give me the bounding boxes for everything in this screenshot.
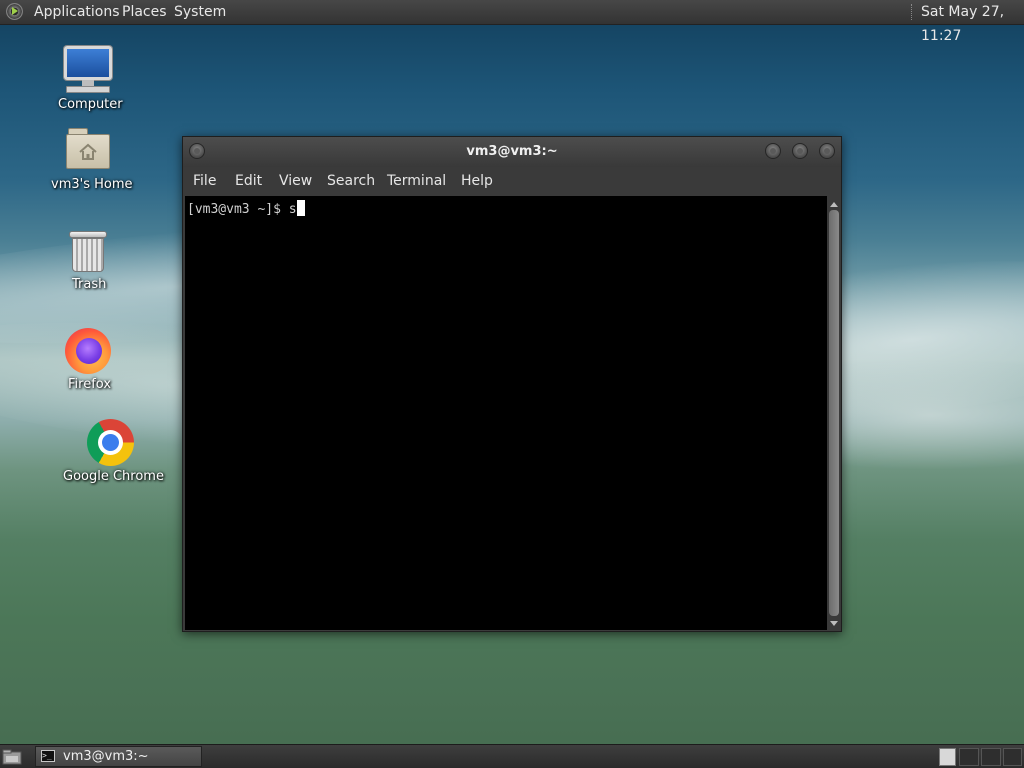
workspace-2[interactable] xyxy=(959,748,979,766)
window-title: vm3@vm3:~ xyxy=(466,144,558,159)
menu-edit[interactable]: Edit xyxy=(235,167,262,196)
scroll-down-arrow-icon[interactable] xyxy=(830,621,838,626)
distro-logo-icon[interactable] xyxy=(6,3,23,20)
bottom-panel: >_ vm3@vm3:~ xyxy=(0,744,1024,768)
scroll-up-arrow-icon[interactable] xyxy=(830,202,838,207)
menu-search[interactable]: Search xyxy=(327,167,375,196)
workspace-3[interactable] xyxy=(981,748,1001,766)
desktop-icon-label: Google Chrome xyxy=(63,469,164,484)
menu-system[interactable]: System xyxy=(174,0,226,24)
menu-file[interactable]: File xyxy=(193,167,216,196)
minimize-button[interactable] xyxy=(765,143,781,159)
terminal-line: [vm3@vm3 ~]$ s xyxy=(187,200,305,217)
trash-icon-lid xyxy=(69,231,107,238)
menu-terminal[interactable]: Terminal xyxy=(387,167,446,196)
panel-clock[interactable]: Sat May 27, 11:27 xyxy=(921,0,1024,44)
computer-icon-base xyxy=(66,86,110,93)
terminal-scrollbar[interactable] xyxy=(827,196,841,630)
terminal-window[interactable]: vm3@vm3:~ File Edit View Search Terminal… xyxy=(182,136,842,632)
window-titlebar[interactable]: vm3@vm3:~ xyxy=(183,137,841,167)
desktop-icon-label: vm3's Home xyxy=(51,177,133,192)
house-icon xyxy=(79,143,97,160)
terminal-screen[interactable]: [vm3@vm3 ~]$ s xyxy=(185,196,827,630)
close-button[interactable] xyxy=(819,143,835,159)
taskbar-item-label: vm3@vm3:~ xyxy=(63,749,149,764)
desktop-icon-label: Computer xyxy=(58,97,123,112)
shell-prompt: [vm3@vm3 ~]$ xyxy=(187,202,289,217)
taskbar-item-terminal[interactable]: >_ vm3@vm3:~ xyxy=(35,746,202,767)
terminal-menubar: File Edit View Search Terminal Help xyxy=(183,167,841,196)
desktop-icon-label: Trash xyxy=(72,277,107,292)
menu-help[interactable]: Help xyxy=(461,167,493,196)
top-panel: Applications Places System Sat May 27, 1… xyxy=(0,0,1024,44)
show-desktop-icon[interactable] xyxy=(2,748,22,765)
computer-icon xyxy=(64,46,112,80)
maximize-button[interactable] xyxy=(792,143,808,159)
chrome-icon-center xyxy=(102,434,119,451)
workspace-1[interactable] xyxy=(939,748,956,766)
firefox-icon-globe xyxy=(76,338,102,364)
menu-places[interactable]: Places xyxy=(122,0,167,24)
scrollbar-thumb[interactable] xyxy=(829,210,839,616)
command-input: s xyxy=(288,202,297,217)
desktop-icon-label: Firefox xyxy=(68,377,112,392)
menu-view[interactable]: View xyxy=(279,167,312,196)
workspace-4[interactable] xyxy=(1003,748,1022,766)
panel-separator xyxy=(911,4,915,20)
terminal-icon: >_ xyxy=(41,750,55,762)
text-cursor xyxy=(296,200,305,216)
menu-applications[interactable]: Applications xyxy=(34,0,120,24)
trash-icon xyxy=(72,238,104,272)
